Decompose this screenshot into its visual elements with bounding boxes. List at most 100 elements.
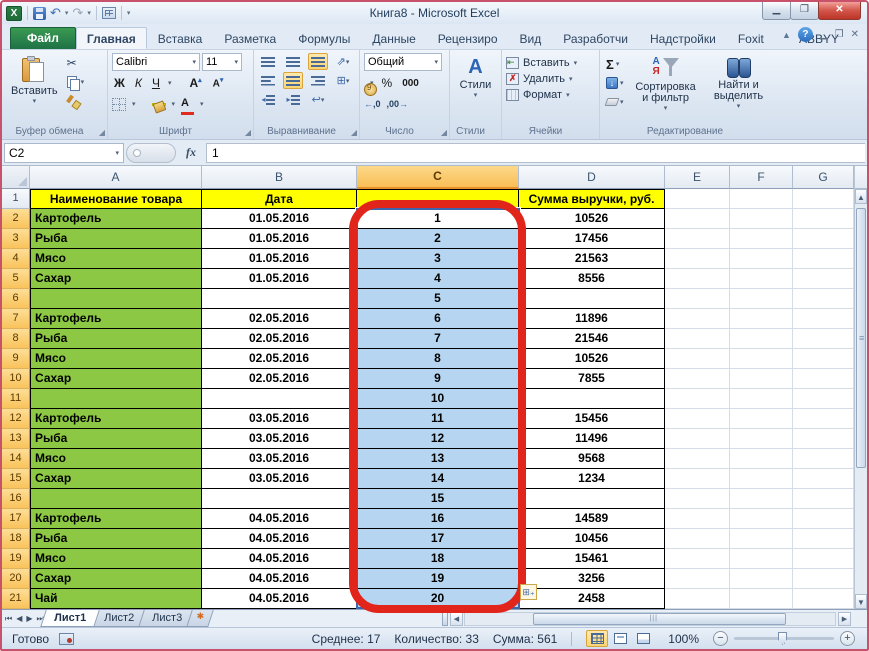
cell-D4[interactable]: 21563	[519, 249, 665, 269]
cell-C18[interactable]: 17	[357, 529, 519, 549]
column-header-B[interactable]: B	[202, 166, 357, 189]
insert-worksheet-button[interactable]	[186, 610, 214, 627]
row-header-8[interactable]: 8	[2, 329, 30, 349]
cell-F4[interactable]	[730, 249, 793, 269]
cell-G2[interactable]	[793, 209, 854, 229]
cell-C1[interactable]	[357, 189, 519, 209]
cell-C7[interactable]: 6	[357, 309, 519, 329]
cell-B15[interactable]: 03.05.2016	[202, 469, 357, 489]
tab-Рецензиро[interactable]: Рецензиро	[427, 27, 509, 49]
wrap-text-button[interactable]: ↩▾	[308, 91, 328, 108]
align-top-button[interactable]	[258, 53, 278, 70]
row-header-20[interactable]: 20	[2, 569, 30, 589]
format-painter-button[interactable]	[65, 93, 87, 109]
cell-A4[interactable]: Мясо	[30, 249, 202, 269]
tab-Вид[interactable]: Вид	[509, 27, 553, 49]
scroll-down-icon[interactable]: ▼	[855, 594, 867, 609]
align-middle-button[interactable]	[283, 53, 303, 70]
tab-Разработчи[interactable]: Разработчи	[552, 27, 639, 49]
cell-G14[interactable]	[793, 449, 854, 469]
cell-D1[interactable]: Сумма выручки, руб.	[519, 189, 665, 209]
cell-G10[interactable]	[793, 369, 854, 389]
dialog-launcher-icon[interactable]: ◢	[99, 128, 105, 137]
cell-D16[interactable]	[519, 489, 665, 509]
cell-G13[interactable]	[793, 429, 854, 449]
cell-E16[interactable]	[665, 489, 730, 509]
row-header-18[interactable]: 18	[2, 529, 30, 549]
zoom-out-button[interactable]: −	[713, 631, 728, 646]
borders-icon[interactable]	[112, 98, 126, 111]
dialog-launcher-icon[interactable]: ◢	[351, 128, 357, 137]
cell-E17[interactable]	[665, 509, 730, 529]
tab-file[interactable]: Файл	[10, 27, 76, 49]
restore-button[interactable]: ❐	[790, 2, 819, 20]
help-icon[interactable]: ?	[798, 27, 813, 42]
row-header-21[interactable]: 21	[2, 589, 30, 609]
row-header-3[interactable]: 3	[2, 229, 30, 249]
cell-E12[interactable]	[665, 409, 730, 429]
cell-E1[interactable]	[665, 189, 730, 209]
fill-button[interactable]: ↓▾	[604, 75, 626, 91]
collapse-ribbon-icon[interactable]: ▲	[782, 30, 791, 40]
cell-A9[interactable]: Мясо	[30, 349, 202, 369]
cell-B14[interactable]: 03.05.2016	[202, 449, 357, 469]
cell-A7[interactable]: Картофель	[30, 309, 202, 329]
cell-F21[interactable]	[730, 589, 793, 609]
scroll-left-icon[interactable]: ◀	[450, 612, 463, 626]
cell-A15[interactable]: Сахар	[30, 469, 202, 489]
cell-F2[interactable]	[730, 209, 793, 229]
grow-font-button[interactable]: А▴	[189, 76, 206, 90]
macro-record-icon[interactable]	[59, 633, 74, 645]
cell-A14[interactable]: Мясо	[30, 449, 202, 469]
align-bottom-button[interactable]	[308, 53, 328, 70]
cell-F20[interactable]	[730, 569, 793, 589]
column-header-A[interactable]: A	[30, 166, 202, 189]
column-header-G[interactable]: G	[793, 166, 854, 189]
cell-F1[interactable]	[730, 189, 793, 209]
row-header-10[interactable]: 10	[2, 369, 30, 389]
row-header-16[interactable]: 16	[2, 489, 30, 509]
cell-C20[interactable]: 19	[357, 569, 519, 589]
styles-button[interactable]: А Стили▾	[454, 53, 497, 102]
cell-C9[interactable]: 8	[357, 349, 519, 369]
cell-F7[interactable]	[730, 309, 793, 329]
cell-B18[interactable]: 04.05.2016	[202, 529, 357, 549]
row-header-5[interactable]: 5	[2, 269, 30, 289]
delete-cells-button[interactable]: Удалить▾	[506, 73, 595, 85]
cell-B9[interactable]: 02.05.2016	[202, 349, 357, 369]
scroll-up-icon[interactable]: ▲	[855, 189, 867, 204]
paste-button[interactable]: Вставить▾	[6, 53, 63, 111]
cell-G1[interactable]	[793, 189, 854, 209]
cell-A2[interactable]: Картофель	[30, 209, 202, 229]
cell-F11[interactable]	[730, 389, 793, 409]
cell-B13[interactable]: 03.05.2016	[202, 429, 357, 449]
zoom-in-button[interactable]: +	[840, 631, 855, 646]
cell-B17[interactable]: 04.05.2016	[202, 509, 357, 529]
cell-F17[interactable]	[730, 509, 793, 529]
zoom-slider-track[interactable]	[734, 637, 834, 640]
cell-D7[interactable]: 11896	[519, 309, 665, 329]
column-header-F[interactable]: F	[730, 166, 793, 189]
orientation-button[interactable]: ⇗▾	[333, 53, 353, 70]
row-header-7[interactable]: 7	[2, 309, 30, 329]
cell-G12[interactable]	[793, 409, 854, 429]
cell-D2[interactable]: 10526	[519, 209, 665, 229]
prev-sheet-icon[interactable]: ◀	[16, 614, 22, 623]
cell-B12[interactable]: 03.05.2016	[202, 409, 357, 429]
insert-cells-button[interactable]: Вставить▾	[506, 57, 595, 69]
zoom-slider-thumb[interactable]	[778, 632, 787, 645]
zoom-level[interactable]: 100%	[668, 632, 699, 646]
align-right-button[interactable]	[308, 72, 328, 89]
tab-Формулы[interactable]: Формулы	[287, 27, 361, 49]
cell-E19[interactable]	[665, 549, 730, 569]
row-header-9[interactable]: 9	[2, 349, 30, 369]
number-format-select[interactable]: Общий▾	[364, 53, 442, 71]
cell-B6[interactable]	[202, 289, 357, 309]
italic-button[interactable]: К	[133, 76, 144, 90]
font-name-select[interactable]: Calibri▾	[112, 53, 200, 71]
workbook-minimize-icon[interactable]: ▁	[820, 29, 828, 41]
cell-F15[interactable]	[730, 469, 793, 489]
cell-C16[interactable]: 15	[357, 489, 519, 509]
merge-center-button[interactable]: ⊞▾	[333, 72, 353, 89]
row-header-6[interactable]: 6	[2, 289, 30, 309]
